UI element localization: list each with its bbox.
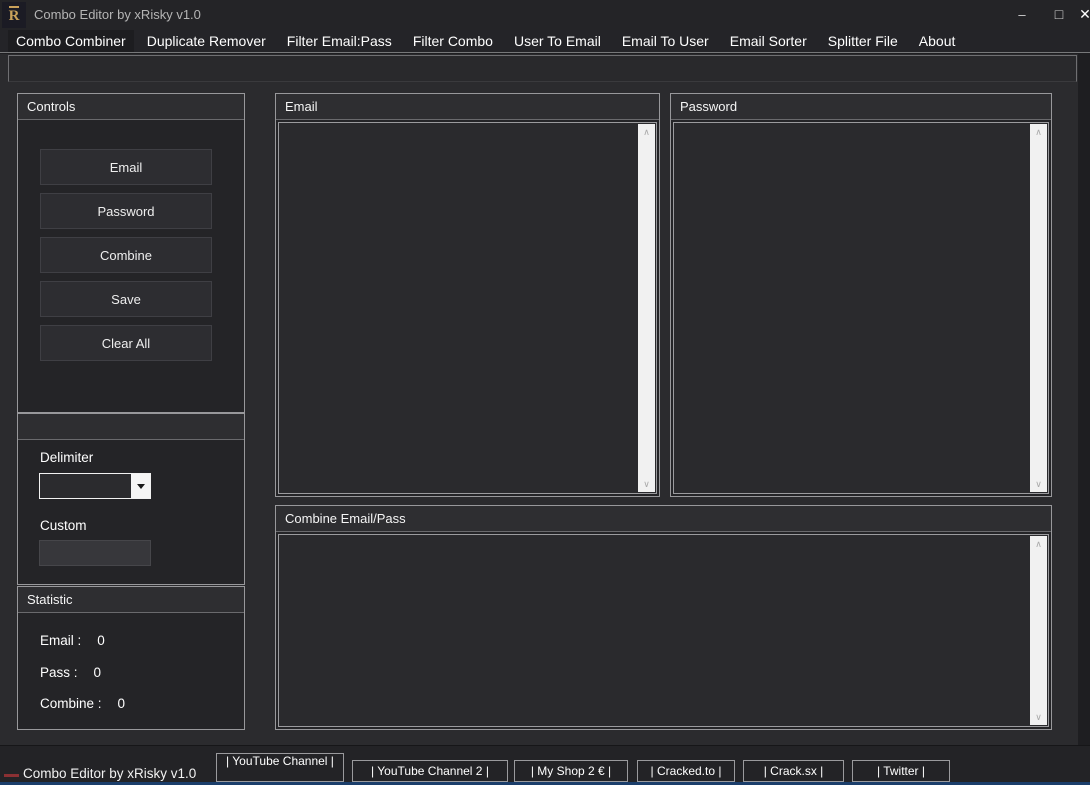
- combine-scrollbar[interactable]: ∧ ∨: [1030, 536, 1047, 725]
- crack-sx-button[interactable]: | Crack.sx |: [743, 760, 844, 782]
- tab-about[interactable]: About: [911, 30, 964, 52]
- maximize-icon: □: [1055, 6, 1063, 22]
- delimiter-group-header: [18, 414, 244, 440]
- app-icon: R: [2, 2, 26, 28]
- tab-filter-combo[interactable]: Filter Combo: [405, 30, 501, 52]
- email-button[interactable]: Email: [40, 149, 212, 185]
- tab-email-sorter[interactable]: Email Sorter: [722, 30, 815, 52]
- brand-dash-icon: [4, 774, 19, 777]
- password-scrollbar[interactable]: ∧ ∨: [1030, 124, 1047, 492]
- stat-email-value: 0: [97, 633, 105, 648]
- tab-page: Controls Email Password Combine Save Cle…: [0, 54, 1078, 745]
- email-textarea-content: [281, 125, 636, 491]
- email-group-title: Email: [276, 94, 659, 120]
- stat-combine-row: Combine : 0: [40, 696, 125, 711]
- stat-combine-value: 0: [118, 696, 126, 711]
- close-icon: ✕: [1079, 6, 1090, 23]
- combine-group-title: Combine Email/Pass: [276, 506, 1051, 532]
- tab-email-to-user[interactable]: Email To User: [614, 30, 717, 52]
- close-button[interactable]: ✕: [1068, 0, 1090, 28]
- delimiter-group: Delimiter Custom: [17, 413, 245, 585]
- status-bar: Combo Editor by xRisky v1.0 | YouTube Ch…: [0, 745, 1090, 782]
- window-title: Combo Editor by xRisky v1.0: [34, 7, 201, 22]
- stat-pass-row: Pass : 0: [40, 665, 101, 680]
- statistic-group: Statistic Email : 0 Pass : 0 Combine : 0: [17, 586, 245, 730]
- my-shop-button[interactable]: | My Shop 2 € |: [514, 760, 628, 782]
- stat-email-label: Email :: [40, 633, 81, 648]
- statistic-group-title: Statistic: [18, 587, 244, 613]
- tab-filter-email-pass[interactable]: Filter Email:Pass: [279, 30, 400, 52]
- youtube-channel-button[interactable]: | YouTube Channel |: [216, 753, 344, 782]
- custom-delimiter-input[interactable]: [39, 540, 151, 566]
- tab-user-to-email[interactable]: User To Email: [506, 30, 609, 52]
- combine-button[interactable]: Combine: [40, 237, 212, 273]
- combine-textarea-content: [281, 537, 1028, 724]
- statusbar-brand: Combo Editor by xRisky v1.0: [23, 766, 196, 781]
- titlebar: R Combo Editor by xRisky v1.0 – □ ✕: [0, 0, 1090, 30]
- scroll-down-icon[interactable]: ∨: [1030, 710, 1047, 724]
- cracked-to-button[interactable]: | Cracked.to |: [637, 760, 735, 782]
- password-textarea-content: [676, 125, 1028, 491]
- scroll-up-icon[interactable]: ∧: [1030, 125, 1047, 139]
- stat-pass-label: Pass :: [40, 665, 78, 680]
- password-group: Password ∧ ∨: [670, 93, 1052, 497]
- app-window: R Combo Editor by xRisky v1.0 – □ ✕ Comb…: [0, 0, 1090, 785]
- delimiter-dropdown-button[interactable]: [131, 474, 150, 498]
- email-group: Email ∧ ∨: [275, 93, 660, 497]
- email-scrollbar[interactable]: ∧ ∨: [638, 124, 655, 492]
- password-button[interactable]: Password: [40, 193, 212, 229]
- clear-all-button[interactable]: Clear All: [40, 325, 212, 361]
- delimiter-select-value: [40, 474, 131, 498]
- tab-duplicate-remover[interactable]: Duplicate Remover: [139, 30, 274, 52]
- email-textarea[interactable]: ∧ ∨: [278, 122, 657, 494]
- scroll-down-icon[interactable]: ∨: [1030, 477, 1047, 491]
- controls-group: Controls Email Password Combine Save Cle…: [17, 93, 245, 413]
- stat-email-row: Email : 0: [40, 633, 105, 648]
- password-textarea[interactable]: ∧ ∨: [673, 122, 1049, 494]
- scroll-up-icon[interactable]: ∧: [1030, 537, 1047, 551]
- delimiter-label: Delimiter: [40, 450, 93, 465]
- top-panel: [8, 55, 1077, 82]
- tab-bar: Combo Combiner Duplicate Remover Filter …: [0, 30, 1090, 53]
- custom-label: Custom: [40, 518, 87, 533]
- minimize-button[interactable]: –: [1005, 0, 1039, 28]
- stat-pass-value: 0: [94, 665, 102, 680]
- tab-splitter-file[interactable]: Splitter File: [820, 30, 906, 52]
- delimiter-select[interactable]: [39, 473, 151, 499]
- password-group-title: Password: [671, 94, 1051, 120]
- chevron-down-icon: [137, 484, 145, 489]
- combine-textarea[interactable]: ∧ ∨: [278, 534, 1049, 727]
- stat-combine-label: Combine :: [40, 696, 102, 711]
- youtube-channel-2-button[interactable]: | YouTube Channel 2 |: [352, 760, 508, 782]
- combine-group: Combine Email/Pass ∧ ∨: [275, 505, 1052, 730]
- controls-group-title: Controls: [18, 94, 244, 120]
- tab-combo-combiner[interactable]: Combo Combiner: [8, 30, 134, 52]
- twitter-button[interactable]: | Twitter |: [852, 760, 950, 782]
- save-button[interactable]: Save: [40, 281, 212, 317]
- app-logo-icon: R: [9, 6, 20, 24]
- minimize-icon: –: [1018, 7, 1025, 22]
- scroll-down-icon[interactable]: ∨: [638, 477, 655, 491]
- scroll-up-icon[interactable]: ∧: [638, 125, 655, 139]
